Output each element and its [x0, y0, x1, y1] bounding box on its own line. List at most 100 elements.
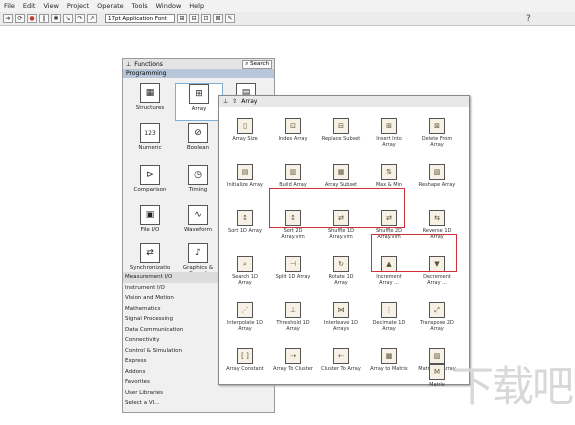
- menu-edit[interactable]: Edit: [19, 2, 40, 10]
- palette-item-file-io[interactable]: ▣ File I/O: [127, 205, 173, 233]
- run-continuous-icon[interactable]: ⟳: [15, 14, 25, 23]
- function-icon: [ ]: [237, 348, 253, 364]
- array-function-item[interactable]: ▩ Array to Matrix: [369, 348, 409, 372]
- pin-icon[interactable]: ⊥: [126, 61, 131, 68]
- array-function-item[interactable]: ⤢ Transpose 2D Array: [417, 302, 457, 332]
- pause-icon[interactable]: ∥: [39, 14, 49, 23]
- array-function-item[interactable]: ⊥ Threshold 1D Array: [273, 302, 313, 332]
- menu-window[interactable]: Window: [152, 2, 186, 10]
- pin-icon[interactable]: ⊥: [223, 98, 228, 105]
- function-icon: ⋈: [333, 302, 349, 318]
- palette-item-structures[interactable]: ▦ Structures: [127, 83, 173, 111]
- step-over-icon[interactable]: ↷: [75, 14, 85, 23]
- menu-help[interactable]: Help: [185, 2, 208, 10]
- array-palette-title: Array: [241, 98, 258, 105]
- function-label: Matrix: [429, 382, 445, 388]
- font-select[interactable]: 17pt Application Font: [105, 14, 175, 23]
- function-label: Array To Cluster: [273, 366, 313, 372]
- menu-file[interactable]: File: [0, 2, 19, 10]
- function-icon: ↕: [237, 210, 253, 226]
- synchronization-icon: ⇄: [140, 243, 160, 263]
- up-arrow-icon[interactable]: ⇧: [232, 98, 237, 105]
- function-icon: ▨: [429, 348, 445, 364]
- function-icon: ⊥: [285, 302, 301, 318]
- array-function-item[interactable]: M Matrix: [417, 364, 457, 388]
- function-label: Split 1D Array: [275, 274, 311, 280]
- boolean-icon: ⊘: [188, 123, 208, 143]
- graphics-sound-icon: ♪: [188, 243, 208, 263]
- menu-view[interactable]: View: [39, 2, 62, 10]
- item-label: Numeric: [138, 145, 162, 151]
- item-label: Structures: [135, 105, 165, 111]
- palette-item-waveform[interactable]: ∿ Waveform: [175, 205, 221, 233]
- distribute-icon[interactable]: ⊟: [189, 14, 199, 23]
- function-label: Threshold 1D Array: [276, 320, 310, 332]
- palette-item-comparison[interactable]: ⊳ Comparison: [127, 165, 173, 193]
- category-programming[interactable]: Programming: [123, 69, 274, 78]
- menu-project[interactable]: Project: [63, 2, 93, 10]
- function-icon: ▦: [333, 164, 349, 180]
- array-function-item[interactable]: ⋮ Decimate 1D Array: [369, 302, 409, 332]
- list-item[interactable]: User Libraries: [123, 388, 274, 399]
- item-label: Timing: [188, 187, 208, 193]
- array-function-item[interactable]: ⇠ Cluster To Array: [321, 348, 361, 372]
- array-function-item[interactable]: ⊟ Replace Subset: [321, 118, 361, 142]
- step-into-icon[interactable]: ↘: [63, 14, 73, 23]
- function-icon: ⇆: [429, 210, 445, 226]
- function-label: Reshape Array: [418, 182, 456, 188]
- array-function-item[interactable]: ⇢ Array To Cluster: [273, 348, 313, 372]
- array-function-item[interactable]: ▧ Reshape Array: [417, 164, 457, 188]
- array-function-item[interactable]: [ ] Array Constant: [225, 348, 265, 372]
- array-function-item[interactable]: ▦ Array Subset: [321, 164, 361, 188]
- item-label: Boolean: [186, 145, 210, 151]
- palette-item-boolean[interactable]: ⊘ Boolean: [175, 123, 221, 151]
- array-function-item[interactable]: ▯ Array Size: [225, 118, 265, 142]
- function-label: Interleave 1D Arrays: [324, 320, 358, 332]
- array-function-item[interactable]: ▥ Build Array: [273, 164, 313, 188]
- palette-item-timing[interactable]: ◷ Timing: [175, 165, 221, 193]
- function-label: Interpolate 1D Array: [226, 320, 264, 332]
- highlight-bulb-icon[interactable]: ✱: [51, 14, 61, 23]
- file-io-icon: ▣: [140, 205, 160, 225]
- array-function-item[interactable]: ↻ Rotate 1D Array: [321, 256, 361, 286]
- palette-item-array[interactable]: ⊞ Array: [175, 83, 223, 121]
- function-label: Array Constant: [226, 366, 264, 372]
- function-label: Increment Array ...: [376, 274, 402, 286]
- reorder-icon[interactable]: ⊠: [213, 14, 223, 23]
- step-out-icon[interactable]: ↗: [87, 14, 97, 23]
- array-function-item[interactable]: ⊠ Delete From Array: [417, 118, 457, 148]
- array-function-item[interactable]: ⊡ Index Array: [273, 118, 313, 142]
- array-function-item[interactable]: ↕ Sort 1D Array: [225, 210, 265, 234]
- align-icon[interactable]: ⊞: [177, 14, 187, 23]
- array-function-item[interactable]: ▤ Initialize Array: [225, 164, 265, 188]
- abort-icon[interactable]: ●: [27, 14, 37, 23]
- array-function-item[interactable]: ⇅ Max & Min: [369, 164, 409, 188]
- function-label: Rotate 1D Array: [328, 274, 354, 286]
- function-label: Sort 2D Array.vim: [281, 228, 305, 240]
- list-item[interactable]: Select a VI...: [123, 398, 274, 409]
- array-function-item[interactable]: ⌕ Search 1D Array: [225, 256, 265, 286]
- menu-tools[interactable]: Tools: [128, 2, 152, 10]
- function-icon: M: [429, 364, 445, 380]
- menu-operate[interactable]: Operate: [93, 2, 127, 10]
- function-icon: ⋰: [237, 302, 253, 318]
- array-function-item[interactable]: ⋈ Interleave 1D Arrays: [321, 302, 361, 332]
- function-icon: ↻: [333, 256, 349, 272]
- search-button[interactable]: ⌕ Search: [242, 59, 272, 69]
- function-icon: ▯: [237, 118, 253, 134]
- function-label: Shuffle 1D Array.vim: [327, 228, 355, 240]
- functions-title: Functions: [134, 60, 163, 68]
- array-function-item[interactable]: ⊞ Insert Into Array: [369, 118, 409, 148]
- item-label: Comparison: [133, 187, 167, 193]
- palette-item-numeric[interactable]: 123 Numeric: [127, 123, 173, 151]
- run-arrow-icon[interactable]: ➔: [3, 14, 13, 23]
- function-icon: ⇅: [381, 164, 397, 180]
- resize-icon[interactable]: ⊡: [201, 14, 211, 23]
- array-function-item[interactable]: ⋰ Interpolate 1D Array: [225, 302, 265, 332]
- function-label: Decrement Array ...: [423, 274, 451, 286]
- array-function-item[interactable]: ⊣ Split 1D Array: [273, 256, 313, 280]
- function-icon: ⋮: [381, 302, 397, 318]
- toolbar: ➔ ⟳ ● ∥ ✱ ↘ ↷ ↗ 17pt Application Font ⊞ …: [0, 12, 575, 26]
- cleanup-icon[interactable]: ✎: [225, 14, 235, 23]
- context-help-icon[interactable]: ?: [526, 14, 531, 24]
